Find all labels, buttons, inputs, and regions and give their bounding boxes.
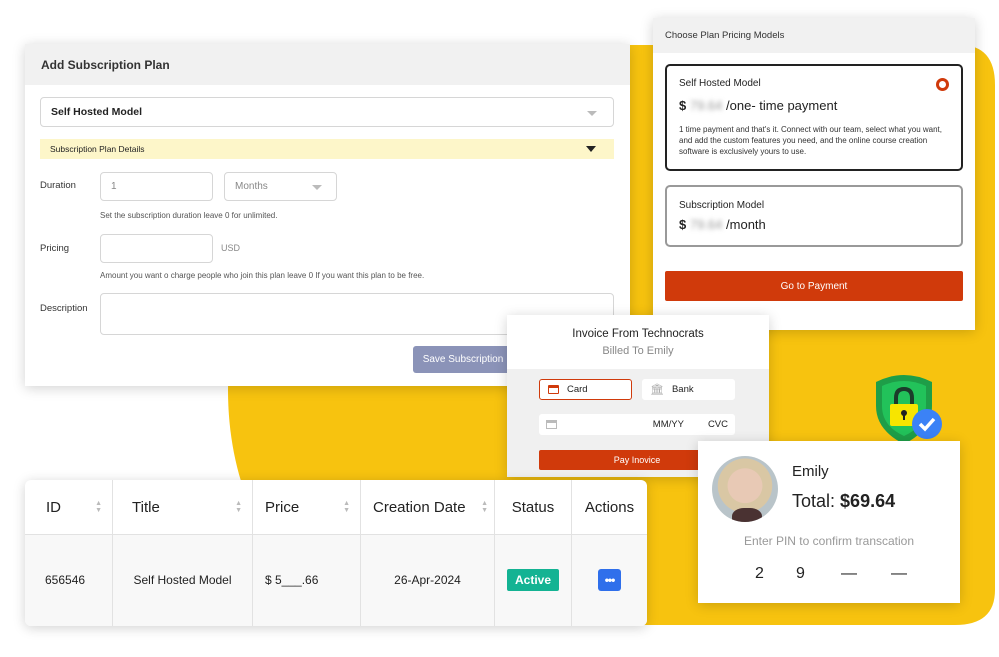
caret-down-icon xyxy=(586,146,596,152)
pricing-models-card: Choose Plan Pricing Models Self Hosted M… xyxy=(653,18,975,330)
total-label: Total: xyxy=(792,491,836,511)
card-title: Choose Plan Pricing Models xyxy=(653,18,975,53)
cell-date: 26-Apr-2024 xyxy=(361,534,495,626)
duration-unit-select[interactable]: Months xyxy=(224,172,337,201)
column-header-title[interactable]: Title ▲ ▼ xyxy=(113,480,253,534)
cell-price: $ 5___.66 xyxy=(253,534,361,626)
bank-icon: 🏛 xyxy=(650,384,664,396)
expiry-placeholder: MM/YY xyxy=(652,419,684,430)
price-period: /one- time payment xyxy=(726,98,838,113)
sort-icon[interactable]: ▲ ▼ xyxy=(481,500,488,514)
tab-card[interactable]: Card xyxy=(539,379,632,400)
pin-digit: 2 xyxy=(755,565,764,582)
sort-icon[interactable]: ▲ ▼ xyxy=(95,500,102,514)
pin-confirmation-card: Emily Total: $69.64 Enter PIN to confirm… xyxy=(698,441,960,603)
chevron-down-icon xyxy=(312,185,322,190)
header-label: Title xyxy=(132,498,160,516)
header-label: Creation Date xyxy=(373,498,466,516)
plan-details-accordion[interactable]: Subscription Plan Details xyxy=(40,139,614,159)
cell-title: Self Hosted Model xyxy=(113,534,253,626)
pin-digit: — xyxy=(841,565,857,582)
cell-id: 656546 xyxy=(25,534,113,626)
header-label: Price xyxy=(265,498,300,516)
pricing-option-self-hosted[interactable]: Self Hosted Model $ 79.64 /one- time pay… xyxy=(665,64,963,171)
header-label: Actions xyxy=(584,498,635,516)
more-actions-button[interactable]: ••• xyxy=(598,569,621,591)
pin-prompt: Enter PIN to confirm transcation xyxy=(743,534,915,548)
sort-icon[interactable]: ▲ ▼ xyxy=(235,500,242,514)
tab-bank-label: Bank xyxy=(671,384,694,395)
duration-hint: Set the subscription duration leave 0 fo… xyxy=(100,211,278,220)
security-shield-lock-icon xyxy=(876,375,942,444)
card-title: Add Subscription Plan xyxy=(25,44,630,85)
currency-symbol: $ xyxy=(679,217,687,232)
credit-card-icon xyxy=(548,385,559,394)
total-value: $69.64 xyxy=(840,491,896,511)
column-header-id[interactable]: ID ▲ ▼ xyxy=(25,480,113,534)
pin-digit: — xyxy=(891,565,907,582)
plans-table: ID ▲ ▼ Title ▲ ▼ Price ▲ ▼ Creation Date ▲ ▼ Sta… xyxy=(25,480,647,626)
save-subscription-button[interactable]: Save Subscription xyxy=(413,346,513,373)
pricing-option-subscription[interactable]: Subscription Model $ 79.64 /month xyxy=(665,185,963,247)
cvc-placeholder: CVC xyxy=(707,419,728,430)
sort-icon[interactable]: ▲ ▼ xyxy=(343,500,350,514)
pin-digit: 9 xyxy=(796,565,805,582)
invoice-subtitle: Billed To Emily xyxy=(602,345,674,357)
plan-details-label: Subscription Plan Details xyxy=(50,144,145,154)
duration-unit-value: Months xyxy=(235,181,268,192)
credit-card-icon xyxy=(546,420,557,429)
option-name: Self Hosted Model xyxy=(679,78,761,89)
pricing-hint: Amount you want o charge people who join… xyxy=(100,271,425,280)
model-select[interactable]: Self Hosted Model xyxy=(40,97,614,127)
go-to-payment-button[interactable]: Go to Payment xyxy=(665,271,963,301)
currency-symbol: $ xyxy=(679,98,687,113)
currency-label: USD xyxy=(221,243,241,253)
option-description: 1 time payment and that's it. Connect wi… xyxy=(679,125,942,156)
status-badge: Active xyxy=(506,569,560,591)
price-period: /month xyxy=(726,217,766,232)
column-header-actions: Actions xyxy=(572,480,647,534)
option-name: Subscription Model xyxy=(679,200,765,211)
price-value: 79.64 xyxy=(689,98,723,113)
column-header-price[interactable]: Price ▲ ▼ xyxy=(253,480,361,534)
customer-name: Emily xyxy=(792,463,829,480)
header-label: Status xyxy=(511,498,555,516)
chevron-down-icon xyxy=(587,111,597,116)
price-value: 79.64 xyxy=(689,217,723,232)
radio-selected-icon[interactable] xyxy=(936,78,949,91)
description-label: Description xyxy=(40,303,88,314)
header-label: ID xyxy=(46,498,61,516)
avatar xyxy=(712,456,778,522)
column-header-status: Status xyxy=(495,480,572,534)
pin-input[interactable]: 2 9 — — xyxy=(755,565,931,583)
duration-label: Duration xyxy=(40,180,76,191)
duration-input[interactable]: 1 xyxy=(100,172,213,201)
invoice-title: Invoice From Technocrats xyxy=(572,328,704,340)
column-header-creation-date[interactable]: Creation Date ▲ ▼ xyxy=(361,480,495,534)
tab-card-label: Card xyxy=(567,384,588,395)
tab-bank[interactable]: 🏛 Bank xyxy=(642,379,735,400)
card-number-input[interactable]: MM/YY CVC xyxy=(539,414,735,435)
pricing-label: Pricing xyxy=(40,243,70,254)
pricing-input[interactable] xyxy=(100,234,213,263)
model-select-value: Self Hosted Model xyxy=(51,106,143,118)
